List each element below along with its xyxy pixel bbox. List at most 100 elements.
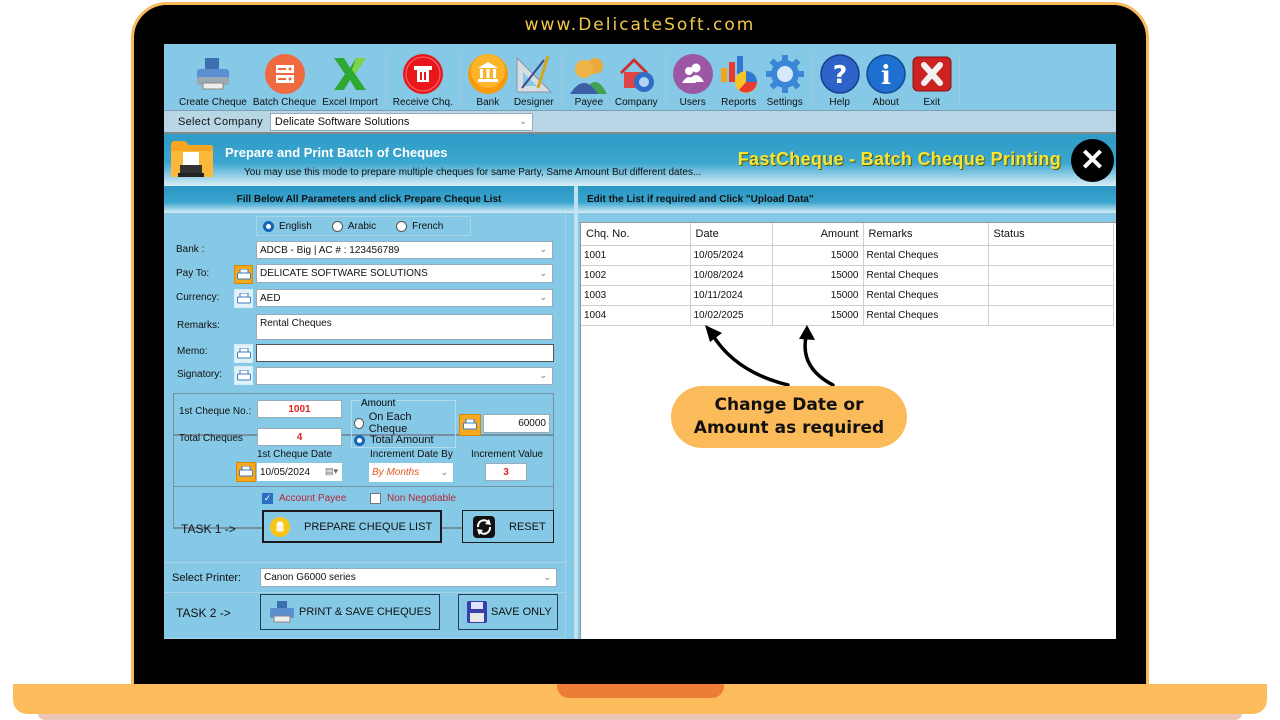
toolbar-receive-cheque[interactable]: Receive Chq. [390, 46, 456, 110]
company-select[interactable]: Delicate Software Solutions ⌄ [269, 112, 533, 131]
currency-select[interactable]: AED ⌄ [256, 289, 553, 307]
first-cheque-date-picker[interactable]: 10/05/2024 ▤▾ [257, 463, 342, 481]
amount-print-toggle[interactable] [459, 414, 481, 436]
cell-remarks[interactable]: Rental Cheques [863, 265, 989, 286]
chevron-down-icon: ⌄ [539, 291, 547, 302]
printer-icon [236, 369, 251, 380]
cell-status[interactable] [988, 265, 1114, 286]
printer-icon [239, 466, 253, 477]
select-company-label: Select Company [178, 115, 263, 128]
payto-select[interactable]: DELICATE SOFTWARE SOLUTIONS ⌄ [256, 264, 553, 283]
amount-input[interactable]: 60000 [483, 414, 550, 433]
cell-chq-no[interactable]: 1002 [581, 265, 691, 286]
cell-date[interactable]: 10/11/2024 [690, 285, 773, 306]
toolbar-reports[interactable]: Reports [716, 46, 762, 110]
non-negotiable-checkbox[interactable]: Non Negotiable [370, 493, 456, 504]
signatory-print-toggle[interactable] [234, 366, 253, 385]
bank-select[interactable]: ADCB - Big | AC # : 123456789 ⌄ [256, 241, 553, 259]
memo-print-toggle[interactable] [234, 344, 253, 363]
remarks-input[interactable]: Rental Cheques [256, 314, 553, 340]
language-english-radio[interactable]: English [263, 220, 312, 232]
total-cheques-label: Total Cheques [179, 433, 243, 444]
first-cheque-date-label: 1st Cheque Date [257, 449, 333, 460]
toolbar-create-cheque[interactable]: Create Cheque [176, 46, 250, 110]
payee-icon [569, 54, 609, 94]
signatory-select[interactable]: ⌄ [256, 367, 553, 385]
cell-status[interactable] [988, 305, 1114, 326]
amount-each-cheque-radio[interactable]: On Each Cheque [354, 411, 441, 435]
increment-by-select[interactable]: By Months ⌄ [369, 463, 453, 482]
toolbar-users[interactable]: Users [670, 46, 716, 110]
toolbar-help[interactable]: ? Help [817, 46, 863, 110]
help-icon: ? [819, 54, 860, 94]
toolbar-bank[interactable]: Bank [465, 46, 511, 110]
cell-amount[interactable]: 15000 [772, 305, 864, 326]
column-header-date[interactable]: Date [690, 223, 773, 246]
table-row[interactable]: 1001 10/05/2024 15000 Rental Cheques [581, 245, 1114, 266]
reset-button[interactable]: RESET [462, 510, 554, 543]
callout-line-1: Change Date or [714, 395, 864, 415]
reports-icon [719, 54, 759, 94]
toolbar-about[interactable]: i About [863, 46, 909, 110]
cell-date[interactable]: 10/02/2025 [690, 305, 773, 326]
table-row[interactable]: 1004 10/02/2025 15000 Rental Cheques [581, 305, 1114, 326]
table-row[interactable]: 1003 10/11/2024 15000 Rental Cheques [581, 285, 1114, 306]
column-header-remarks[interactable]: Remarks [863, 223, 989, 246]
site-url: www.DelicateSoft.com [524, 15, 756, 35]
date-print-toggle[interactable] [236, 462, 256, 482]
toolbar-separator [811, 52, 813, 106]
panel-divider [574, 186, 578, 639]
cell-status[interactable] [988, 245, 1114, 266]
cell-chq-no[interactable]: 1001 [581, 245, 691, 266]
column-header-status[interactable]: Status [988, 223, 1114, 246]
language-french-radio[interactable]: French [396, 220, 443, 232]
cell-date[interactable]: 10/05/2024 [690, 245, 773, 266]
toolbar-batch-cheque[interactable]: Batch Cheque [250, 46, 319, 110]
printer-select[interactable]: Canon G6000 series ⌄ [260, 568, 557, 587]
table-row[interactable]: 1002 10/08/2024 15000 Rental Cheques [581, 265, 1114, 286]
total-cheques-input[interactable]: 4 [257, 428, 342, 446]
amount-total-radio[interactable]: Total Amount [354, 434, 434, 446]
toolbar-designer[interactable]: Designer [511, 46, 557, 110]
brand-title: FastCheque - Batch Cheque Printing [737, 149, 1061, 169]
cell-remarks[interactable]: Rental Cheques [863, 245, 989, 266]
radio-selected-icon [354, 434, 365, 446]
increment-by-label: Increment Date By [370, 449, 453, 460]
cell-amount[interactable]: 15000 [772, 245, 864, 266]
printer-icon [236, 268, 251, 279]
increment-value-input[interactable]: 3 [485, 463, 527, 481]
printer-icon [236, 347, 251, 358]
print-save-cheques-button[interactable]: PRINT & SAVE CHEQUES [260, 594, 440, 630]
cell-amount[interactable]: 15000 [772, 285, 864, 306]
cell-status[interactable] [988, 285, 1114, 306]
toolbar-payee[interactable]: Payee [566, 46, 612, 110]
prepare-cheque-list-button[interactable]: PREPARE CHEQUE LIST [262, 510, 442, 543]
column-header-amount[interactable]: Amount [772, 223, 864, 246]
cell-remarks[interactable]: Rental Cheques [863, 305, 989, 326]
chevron-down-icon: ⌄ [543, 571, 551, 582]
toolbar-exit[interactable]: Exit [909, 46, 955, 110]
cell-date[interactable]: 10/08/2024 [690, 265, 773, 286]
save-only-button[interactable]: SAVE ONLY [458, 594, 558, 630]
cell-remarks[interactable]: Rental Cheques [863, 285, 989, 306]
radio-icon [331, 220, 343, 232]
column-header-chq-no[interactable]: Chq. No. [581, 223, 691, 246]
cell-chq-no[interactable]: 1004 [581, 305, 691, 326]
cell-chq-no[interactable]: 1003 [581, 285, 691, 306]
printer-label: Select Printer: [172, 572, 242, 584]
left-section-header: Fill Below All Parameters and click Prep… [164, 186, 574, 213]
toolbar-settings[interactable]: Settings [762, 46, 808, 110]
laptop-notch [557, 684, 724, 698]
payto-print-toggle[interactable] [234, 265, 253, 284]
currency-print-toggle[interactable] [234, 289, 253, 308]
toolbar-company[interactable]: Company [612, 46, 661, 110]
close-button[interactable]: ✕ [1071, 139, 1114, 182]
toolbar-excel-import[interactable]: Excel Import [319, 46, 381, 110]
cell-amount[interactable]: 15000 [772, 265, 864, 286]
memo-input[interactable] [256, 344, 554, 362]
radio-selected-icon [263, 220, 274, 232]
language-arabic-radio[interactable]: Arabic [331, 220, 376, 232]
account-payee-checkbox[interactable]: ✓ Account Payee [262, 493, 346, 504]
first-cheque-no-input[interactable]: 1001 [257, 400, 342, 418]
page-subtitle: You may use this mode to prepare multipl… [244, 167, 702, 178]
